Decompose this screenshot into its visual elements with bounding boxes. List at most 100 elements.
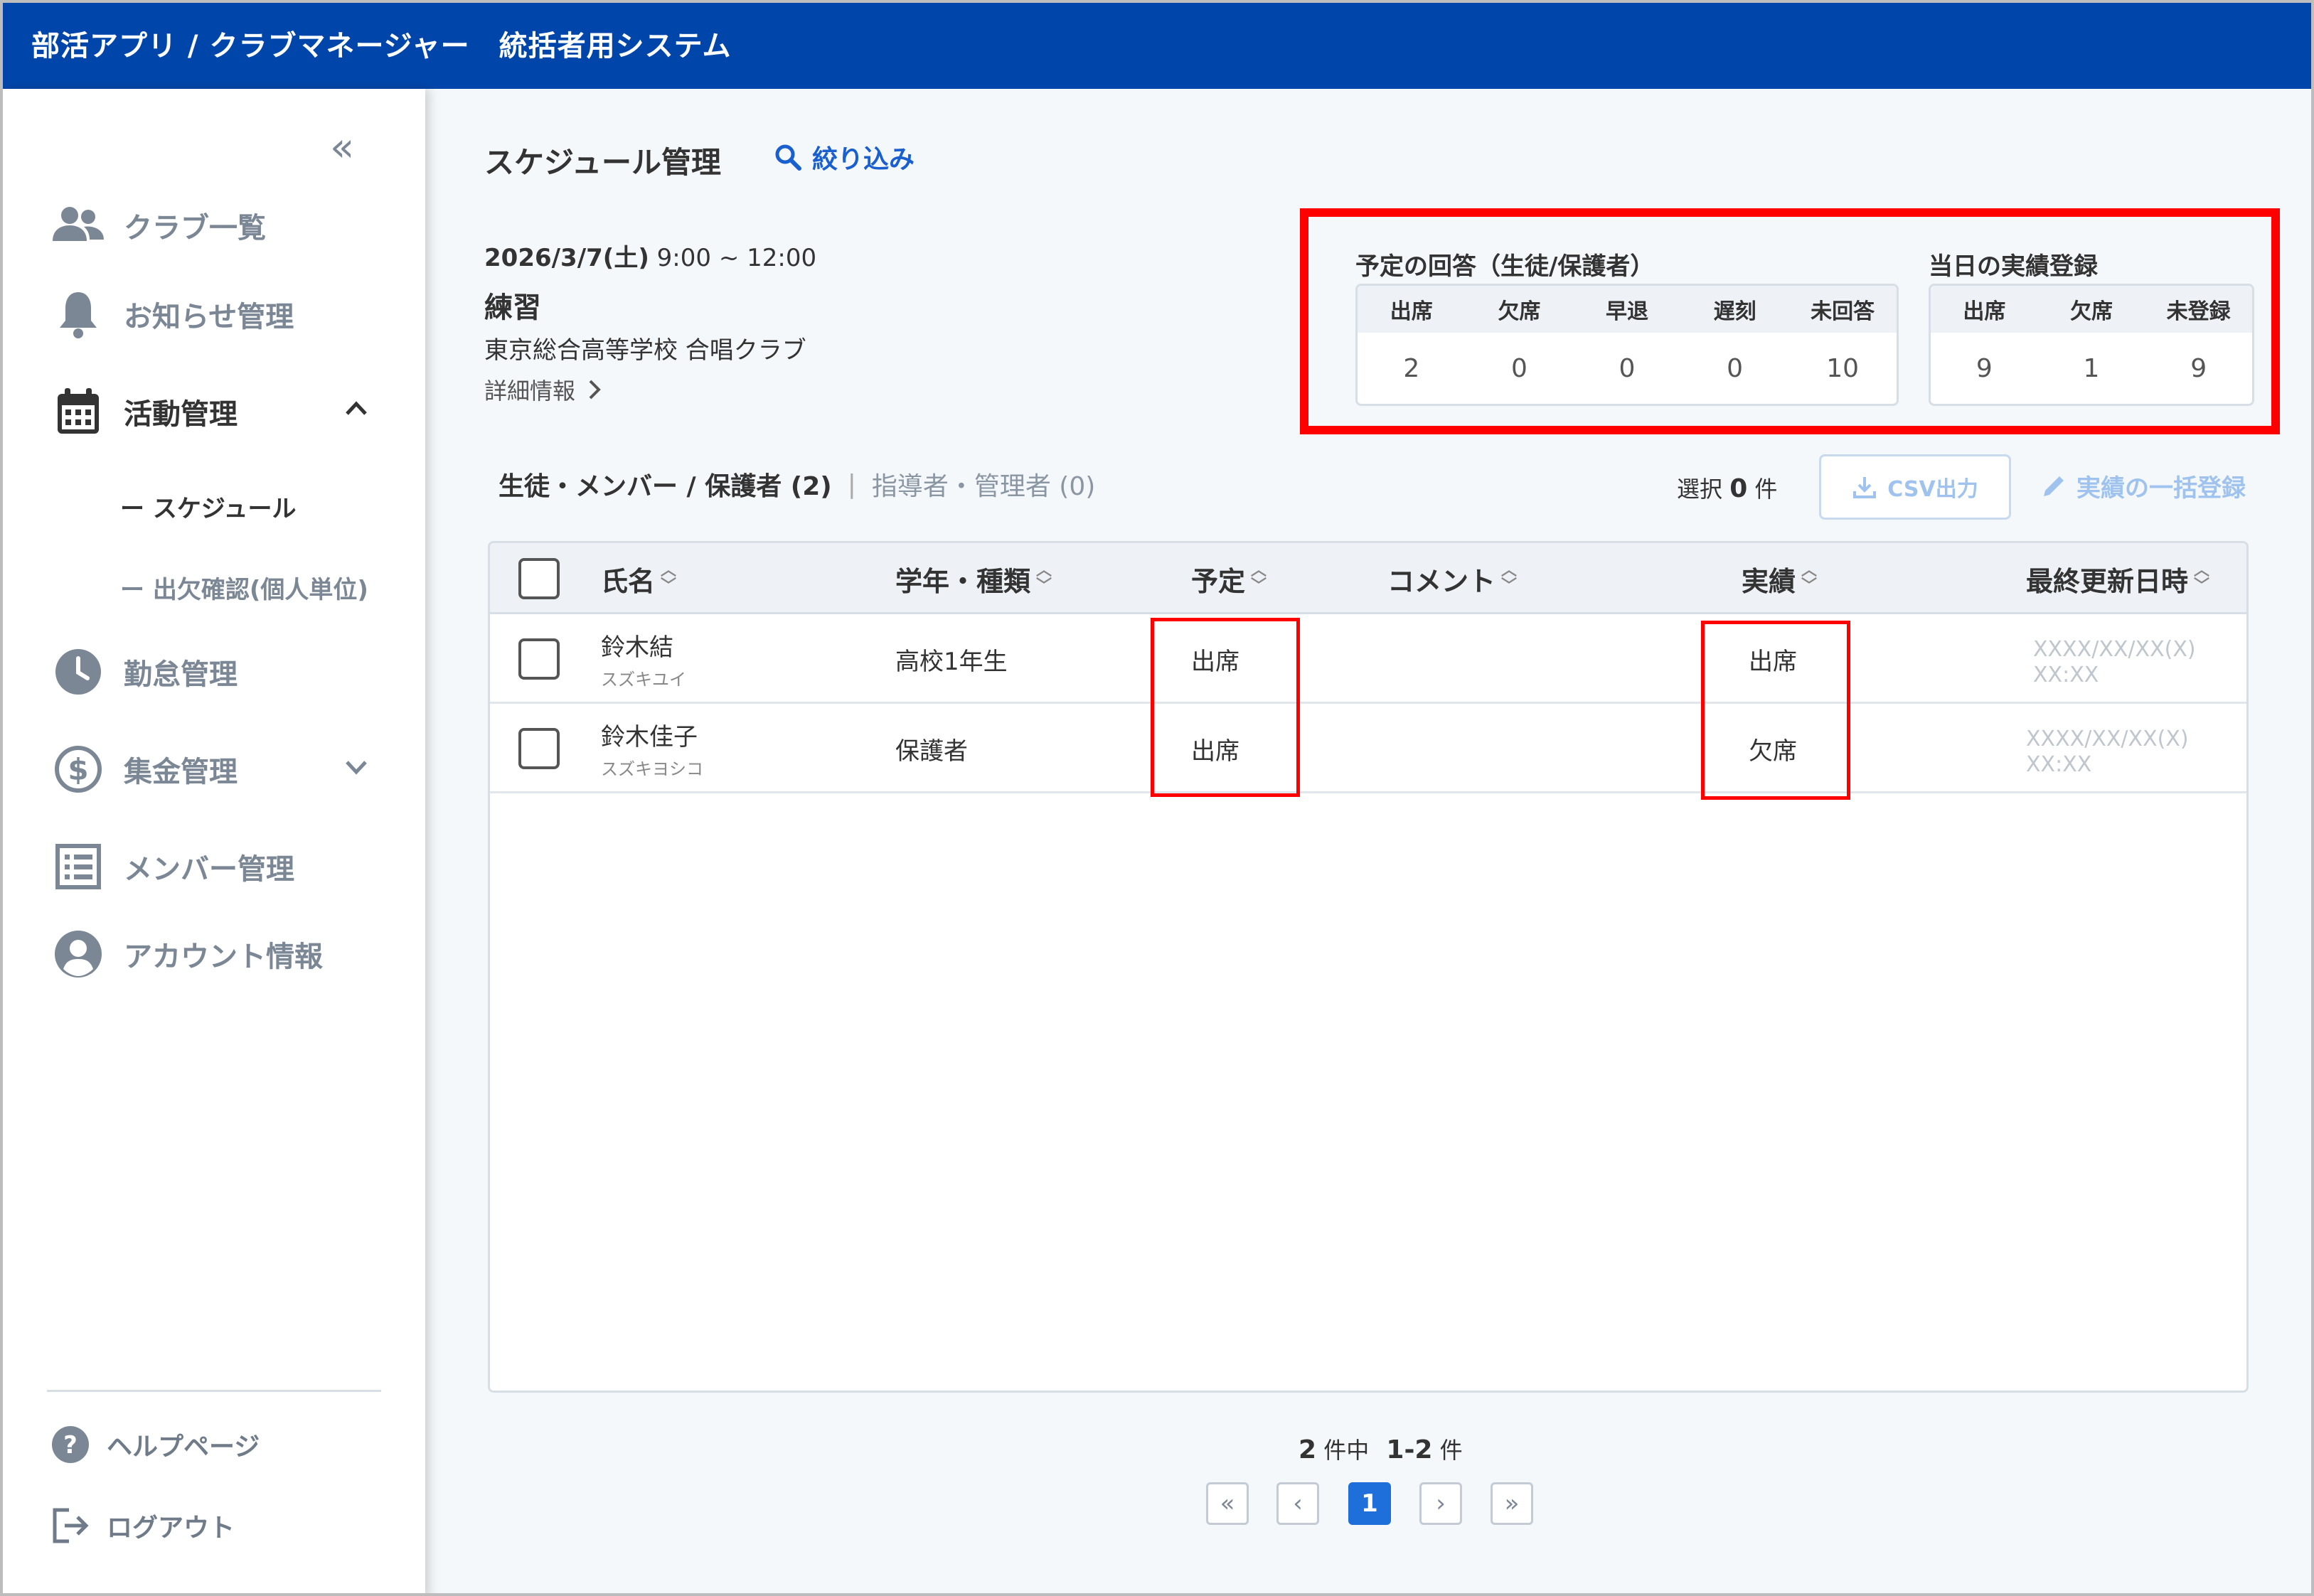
member-name-cell: 鈴木佳子 スズキヨシコ (601, 704, 703, 793)
sidebar-subitem-attendance[interactable]: ー 出欠確認(個人単位) (120, 570, 368, 605)
csv-export-button[interactable]: CSV出力 (1819, 454, 2011, 520)
column-updated[interactable]: 最終更新日時 ︿ ﹀ (2026, 543, 2209, 614)
help-label: ヘルプページ (107, 1432, 260, 1462)
main-content: スケジュール管理 絞り込み 2026/3/7(土) 9:00 ~ 12:00 練… (425, 89, 2311, 1593)
row-checkbox[interactable] (518, 728, 560, 769)
column-label: 学年・種類 (895, 565, 1031, 597)
app-title: 部活アプリ / クラブマネージャー 統括者用システム (31, 30, 732, 63)
sidebar-item-label: 集金管理 (124, 756, 238, 788)
column-name[interactable]: 氏名 ︿ ﹀ (601, 543, 676, 614)
event-name: 練習 (484, 291, 541, 324)
member-kana: スズキユイ (601, 670, 686, 690)
bulk-register-button[interactable]: 実績の一括登録 (2040, 468, 2246, 503)
chevron-right-icon (587, 378, 602, 407)
range-unit: 件 (1439, 1437, 1463, 1464)
column-actual[interactable]: 実績 ︿ ﹀ (1742, 543, 1817, 614)
member-kana: スズキヨシコ (601, 759, 703, 779)
filter-button[interactable]: 絞り込み (774, 139, 915, 176)
list-icon (51, 840, 105, 894)
member-name-cell: 鈴木結 スズキユイ (601, 614, 686, 704)
sidebar: « クラブ一覧 お知らせ管理 活動管理 ー スケジュール ー 出欠確認(個人単位… (3, 89, 425, 1593)
detail-label: 詳細情報 (484, 377, 576, 405)
event-club: 東京総合高等学校 合唱クラブ (484, 336, 806, 365)
sort-icon: ︿ ﹀ (661, 562, 677, 595)
sidebar-item-label: 活動管理 (124, 398, 238, 431)
row-checkbox[interactable] (518, 638, 560, 680)
table-row[interactable]: 鈴木結 スズキユイ 高校1年生 出席 出席 XXXX/XX/XX(X) XX:X… (490, 614, 2246, 704)
member-updated: XXXX/XX/XX(X) XX:XX (2026, 726, 2210, 777)
row-checkbox-cell (518, 704, 560, 793)
pagination-info: 2 件中 1-2 件 (1299, 1432, 1463, 1465)
collapse-sidebar-icon[interactable]: « (330, 128, 354, 168)
highlight-actual-column (1701, 621, 1850, 800)
dollar-icon: $ (51, 742, 105, 796)
download-icon (1852, 474, 1877, 500)
member-table: 氏名 ︿﹀ 学年・種類 ︿﹀ 予定 ︿﹀ コメント ︿﹀ 実績 ︿﹀ (488, 541, 2249, 1393)
member-grade: 高校1年生 (895, 647, 1008, 676)
prev-page-button[interactable]: ‹ (1276, 1482, 1319, 1525)
sidebar-subitem-schedule[interactable]: ー スケジュール (120, 489, 296, 524)
sidebar-item-label: 勤怠管理 (124, 658, 238, 691)
member-grade: 保護者 (895, 737, 968, 766)
chevron-up-icon[interactable] (344, 395, 368, 423)
logout-icon (48, 1504, 92, 1548)
pencil-icon (2040, 472, 2068, 500)
selection-label: 選択 (1677, 476, 1723, 503)
users-icon (51, 198, 105, 252)
selection-number: 0 (1729, 474, 1748, 503)
sidebar-item-timecard[interactable]: 勤怠管理 (51, 643, 238, 700)
clock-icon (51, 645, 105, 699)
column-label: 最終更新日時 (2026, 565, 2189, 597)
select-all-checkbox[interactable] (518, 558, 560, 599)
total-unit: 件中 (1323, 1437, 1370, 1464)
select-all-checkbox-cell (518, 543, 560, 614)
next-page-button[interactable]: › (1419, 1482, 1462, 1525)
column-label: 氏名 (601, 565, 656, 597)
member-name: 鈴木佳子 (601, 723, 698, 751)
event-time: 9:00 ~ 12:00 (656, 244, 817, 272)
tab-staff[interactable]: 指導者・管理者 (0) (872, 466, 1095, 503)
column-plan[interactable]: 予定 ︿ ﹀ (1191, 543, 1267, 614)
sidebar-item-payments[interactable]: $ 集金管理 (51, 741, 238, 798)
last-page-button[interactable]: » (1491, 1482, 1533, 1525)
sidebar-item-label: クラブ一覧 (124, 212, 266, 245)
sidebar-item-activities[interactable]: 活動管理 (51, 383, 238, 440)
event-date: 2026/3/7(土) (484, 244, 649, 272)
event-datetime: 2026/3/7(土) 9:00 ~ 12:00 (484, 238, 816, 273)
chevron-down-icon[interactable] (344, 754, 368, 783)
selection-unit: 件 (1754, 476, 1778, 503)
table-header: 氏名 ︿﹀ 学年・種類 ︿﹀ 予定 ︿﹀ コメント ︿﹀ 実績 ︿﹀ (490, 543, 2246, 614)
range: 1-2 (1386, 1435, 1433, 1464)
filter-label: 絞り込み (812, 145, 915, 174)
help-icon: ? (48, 1423, 92, 1467)
csv-label: CSV出力 (1887, 477, 1978, 502)
page-1-button[interactable]: 1 (1348, 1482, 1391, 1525)
sort-icon: ︿ ﹀ (1036, 562, 1052, 595)
column-label: コメント (1387, 565, 1496, 597)
column-label: 予定 (1191, 565, 1246, 597)
table-row[interactable]: 鈴木佳子 スズキヨシコ 保護者 出席 欠席 XXXX/XX/XX(X) XX:X… (490, 704, 2246, 793)
sort-icon: ︿ ﹀ (2194, 562, 2210, 595)
tab-students[interactable]: 生徒・メンバー / 保護者 (2) (498, 466, 832, 503)
sidebar-divider (47, 1390, 381, 1392)
app-window: 部活アプリ / クラブマネージャー 統括者用システム « クラブ一覧 お知らせ管… (0, 0, 2314, 1596)
sidebar-item-label: アカウント情報 (124, 941, 323, 973)
logout-label: ログアウト (107, 1514, 235, 1543)
sidebar-item-clubs[interactable]: クラブ一覧 (51, 197, 266, 254)
event-detail-link[interactable]: 詳細情報 (484, 373, 602, 407)
bell-icon (51, 287, 105, 341)
bulk-label: 実績の一括登録 (2076, 474, 2246, 503)
sidebar-item-members[interactable]: メンバー管理 (51, 838, 294, 895)
tab-separator: | (847, 469, 856, 499)
first-page-button[interactable]: « (1206, 1482, 1249, 1525)
sidebar-item-notices[interactable]: お知らせ管理 (51, 286, 294, 343)
logout-link[interactable]: ログアウト (48, 1504, 235, 1548)
help-page-link[interactable]: ? ヘルプページ (48, 1423, 260, 1467)
column-grade[interactable]: 学年・種類 ︿ ﹀ (895, 543, 1052, 614)
sidebar-item-label: お知らせ管理 (124, 301, 294, 333)
member-updated: XXXX/XX/XX(X) XX:XX (2033, 636, 2217, 687)
sidebar-item-account[interactable]: アカウント情報 (51, 926, 323, 982)
svg-text:?: ? (63, 1431, 78, 1460)
column-comment[interactable]: コメント ︿ ﹀ (1387, 543, 1517, 614)
search-icon (774, 143, 802, 171)
